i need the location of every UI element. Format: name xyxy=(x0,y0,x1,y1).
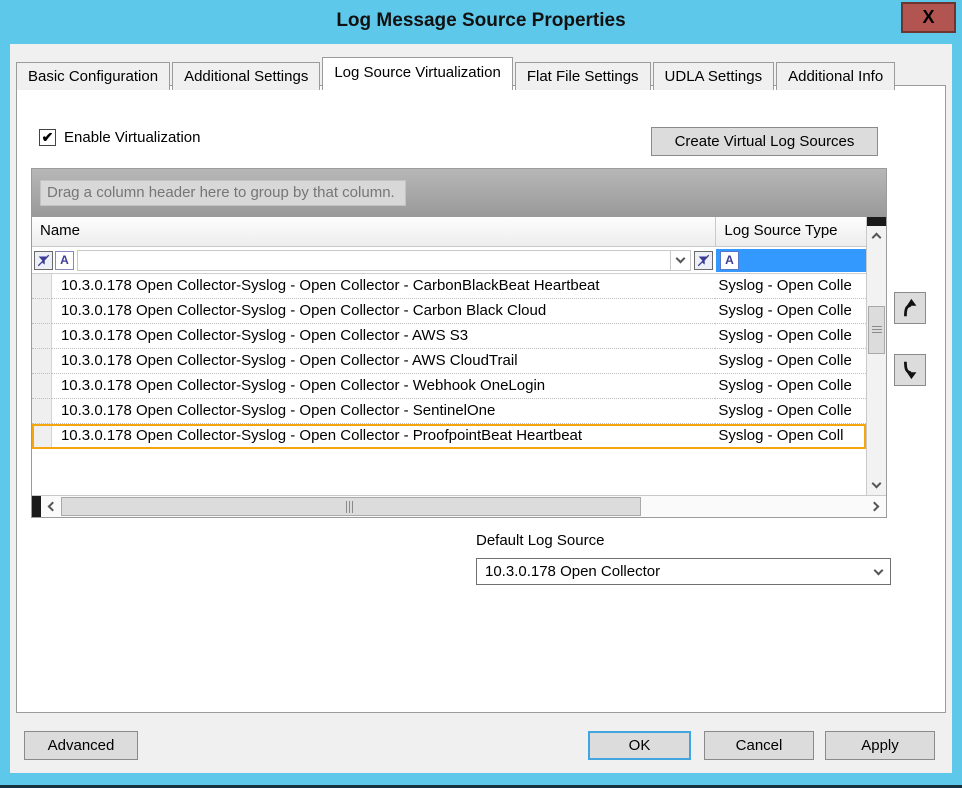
clear-filter-icon-type[interactable] xyxy=(694,251,713,270)
row-gutter[interactable] xyxy=(32,399,52,424)
dialog-window: Log Message Source Properties X Basic Co… xyxy=(0,0,962,788)
tab-page-log-source-virtualization: ✔ Enable Virtualization Create Virtual L… xyxy=(16,85,946,713)
table-row[interactable]: 10.3.0.178 Open Collector-Syslog - Open … xyxy=(32,349,866,374)
tab-additional-info[interactable]: Additional Info xyxy=(776,62,895,90)
cell-name[interactable]: 10.3.0.178 Open Collector-Syslog - Open … xyxy=(52,349,715,374)
cell-log-source-type[interactable]: Syslog - Open Colle xyxy=(715,374,866,399)
group-by-hint: Drag a column header here to group by th… xyxy=(40,180,406,206)
chevron-down-icon xyxy=(676,254,686,264)
default-log-source-combobox[interactable]: 10.3.0.178 Open Collector xyxy=(476,558,891,585)
tab-bar: Basic ConfigurationAdditional SettingsLo… xyxy=(16,57,897,90)
scroll-right-button[interactable] xyxy=(866,496,886,517)
log-sources-grid: Drag a column header here to group by th… xyxy=(31,168,887,518)
funnel-slash-icon xyxy=(697,254,710,267)
move-up-button[interactable] xyxy=(894,292,926,324)
row-gutter[interactable] xyxy=(32,274,52,299)
default-log-source-label: Default Log Source xyxy=(476,532,604,549)
cancel-button[interactable]: Cancel xyxy=(704,731,814,760)
cell-log-source-type[interactable]: Syslog - Open Colle xyxy=(715,349,866,374)
tab-udla-settings[interactable]: UDLA Settings xyxy=(653,62,775,90)
curved-arrow-up-icon xyxy=(899,297,921,319)
column-header-name[interactable]: Name xyxy=(32,217,715,246)
grid-rows: 10.3.0.178 Open Collector-Syslog - Open … xyxy=(32,274,866,449)
name-filter-input[interactable] xyxy=(77,250,670,271)
table-row[interactable]: 10.3.0.178 Open Collector-Syslog - Open … xyxy=(32,274,866,299)
text-filter-icon-type[interactable]: A xyxy=(720,251,739,270)
scrollbar-corner xyxy=(867,217,886,226)
tab-flat-file-settings[interactable]: Flat File Settings xyxy=(515,62,651,90)
horizontal-scroll-thumb[interactable] xyxy=(61,497,641,516)
vertical-scroll-thumb[interactable] xyxy=(868,306,885,354)
move-down-button[interactable] xyxy=(894,354,926,386)
chevron-right-icon xyxy=(870,502,880,512)
grid-filter-row: A A xyxy=(32,247,866,274)
default-log-source-value: 10.3.0.178 Open Collector xyxy=(485,563,875,580)
name-filter-dropdown[interactable] xyxy=(670,250,691,271)
table-row[interactable]: 10.3.0.178 Open Collector-Syslog - Open … xyxy=(32,399,866,424)
row-gutter[interactable] xyxy=(32,424,52,449)
chevron-left-icon xyxy=(48,502,58,512)
row-gutter[interactable] xyxy=(32,374,52,399)
curved-arrow-down-icon xyxy=(899,359,921,381)
row-gutter[interactable] xyxy=(32,299,52,324)
group-by-bar[interactable]: Drag a column header here to group by th… xyxy=(32,169,886,217)
type-filter-input[interactable]: A xyxy=(716,249,866,272)
title-bar[interactable]: Log Message Source Properties X xyxy=(0,0,962,44)
cell-name[interactable]: 10.3.0.178 Open Collector-Syslog - Open … xyxy=(52,274,715,299)
cell-name[interactable]: 10.3.0.178 Open Collector-Syslog - Open … xyxy=(52,424,715,449)
cell-log-source-type[interactable]: Syslog - Open Coll xyxy=(715,424,866,449)
scroll-up-button[interactable] xyxy=(867,226,886,246)
table-row[interactable]: 10.3.0.178 Open Collector-Syslog - Open … xyxy=(32,324,866,349)
chevron-down-icon xyxy=(874,565,884,575)
apply-button[interactable]: Apply xyxy=(825,731,935,760)
scroll-down-button[interactable] xyxy=(867,475,886,495)
clear-filter-icon[interactable] xyxy=(34,251,53,270)
scrollbar-corner-bottom-left xyxy=(32,496,41,517)
text-filter-icon[interactable]: A xyxy=(55,251,74,270)
tab-basic-configuration[interactable]: Basic Configuration xyxy=(16,62,170,90)
scroll-left-button[interactable] xyxy=(41,496,61,517)
tab-additional-settings[interactable]: Additional Settings xyxy=(172,62,320,90)
enable-virtualization-label: Enable Virtualization xyxy=(64,129,200,146)
create-virtual-log-sources-button[interactable]: Create Virtual Log Sources xyxy=(651,127,878,156)
vertical-scrollbar[interactable] xyxy=(866,217,886,495)
grid-empty-area xyxy=(32,449,866,495)
close-button[interactable]: X xyxy=(901,2,956,33)
column-header-log-source-type[interactable]: Log Source Type xyxy=(715,217,866,246)
cell-name[interactable]: 10.3.0.178 Open Collector-Syslog - Open … xyxy=(52,324,715,349)
row-gutter[interactable] xyxy=(32,349,52,374)
table-row[interactable]: 10.3.0.178 Open Collector-Syslog - Open … xyxy=(32,424,866,449)
cell-name[interactable]: 10.3.0.178 Open Collector-Syslog - Open … xyxy=(52,299,715,324)
enable-virtualization-checkbox-row[interactable]: ✔ Enable Virtualization xyxy=(39,129,200,146)
tab-log-source-virtualization[interactable]: Log Source Virtualization xyxy=(322,57,513,90)
horizontal-scrollbar[interactable] xyxy=(32,495,886,517)
thumb-grip-icon xyxy=(346,501,355,513)
dialog-body: Basic ConfigurationAdditional SettingsLo… xyxy=(10,44,952,773)
chevron-up-icon xyxy=(872,233,882,243)
cell-log-source-type[interactable]: Syslog - Open Colle xyxy=(715,274,866,299)
window-title: Log Message Source Properties xyxy=(0,0,962,44)
table-row[interactable]: 10.3.0.178 Open Collector-Syslog - Open … xyxy=(32,299,866,324)
vertical-scroll-track[interactable] xyxy=(867,246,886,475)
cell-name[interactable]: 10.3.0.178 Open Collector-Syslog - Open … xyxy=(52,399,715,424)
ok-button[interactable]: OK xyxy=(588,731,691,760)
funnel-slash-icon xyxy=(37,254,50,267)
table-row[interactable]: 10.3.0.178 Open Collector-Syslog - Open … xyxy=(32,374,866,399)
horizontal-scroll-track[interactable] xyxy=(61,496,866,517)
advanced-button[interactable]: Advanced xyxy=(24,731,138,760)
cell-log-source-type[interactable]: Syslog - Open Colle xyxy=(715,324,866,349)
cell-name[interactable]: 10.3.0.178 Open Collector-Syslog - Open … xyxy=(52,374,715,399)
chevron-down-icon xyxy=(872,479,882,489)
enable-virtualization-checkbox[interactable]: ✔ xyxy=(39,129,56,146)
row-gutter[interactable] xyxy=(32,324,52,349)
cell-log-source-type[interactable]: Syslog - Open Colle xyxy=(715,399,866,424)
cell-log-source-type[interactable]: Syslog - Open Colle xyxy=(715,299,866,324)
thumb-grip-icon xyxy=(872,326,882,335)
grid-header-row: Name Log Source Type xyxy=(32,217,866,247)
